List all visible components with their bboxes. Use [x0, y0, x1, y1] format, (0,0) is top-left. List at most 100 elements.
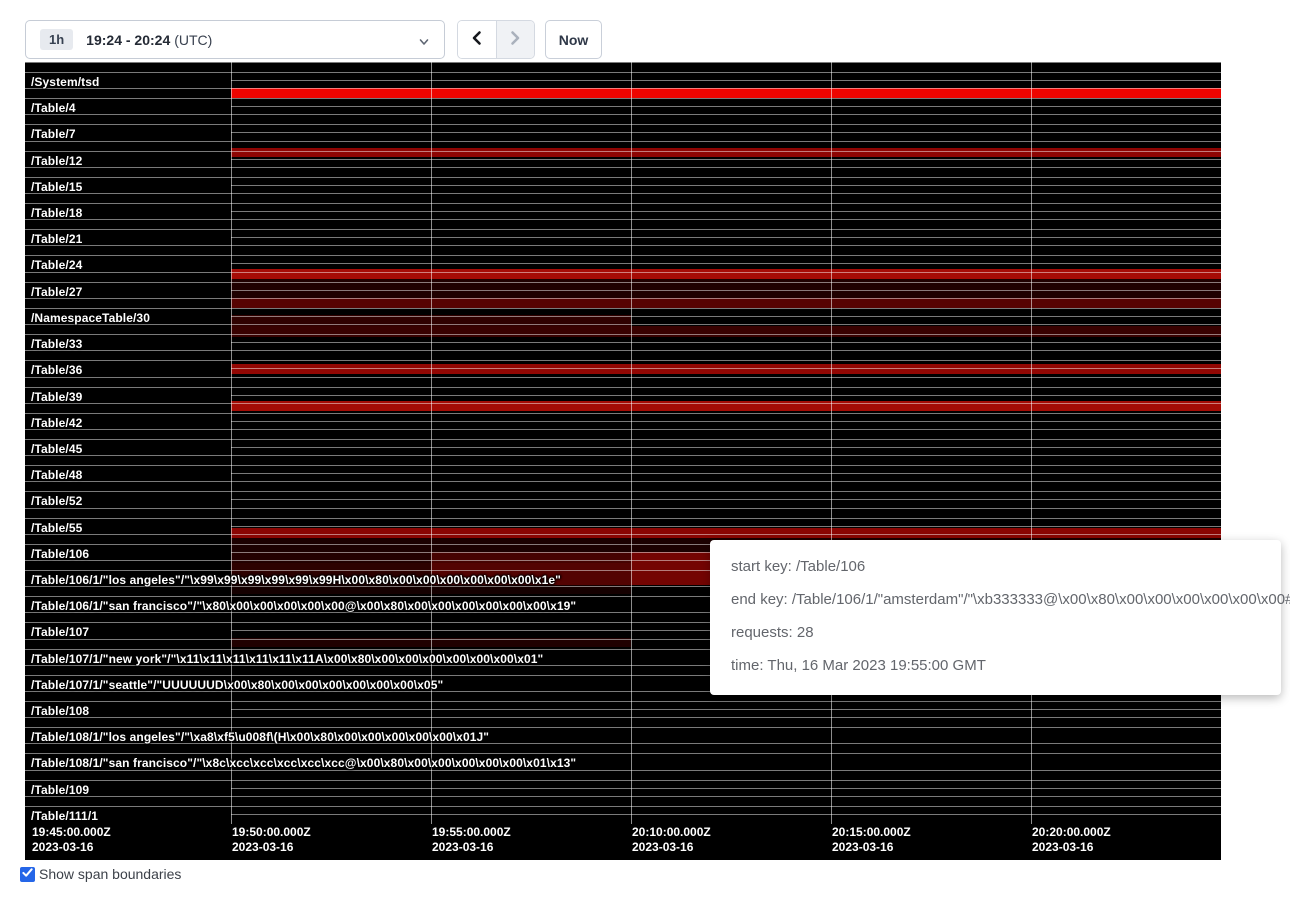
row-label: /Table/108/1/"san francisco"/"\x8c\xcc\x…	[31, 756, 576, 770]
span-boundary-line	[25, 717, 1221, 718]
row-label: /Table/7	[31, 127, 76, 141]
row-label: /Table/24	[31, 258, 82, 272]
span-boundary-line	[25, 229, 1221, 230]
span-boundary-line	[25, 796, 1221, 797]
span-boundary-line	[25, 203, 1221, 204]
heat-band	[231, 326, 1221, 337]
axis-tick-date: 2023-03-16	[232, 840, 311, 855]
span-boundary-line	[25, 806, 1221, 807]
row-label: /Table/106/1/"san francisco"/"\x80\x00\x…	[31, 599, 576, 613]
axis-tick: 19:50:00.000Z2023-03-16	[232, 825, 311, 855]
span-boundary-line	[25, 98, 1221, 99]
time-range-timezone: (UTC)	[174, 32, 212, 48]
span-boundary-line	[25, 245, 1221, 246]
span-boundary-line	[25, 518, 1221, 519]
axis-tick-time: 19:50:00.000Z	[232, 825, 311, 840]
chevron-down-icon	[418, 35, 430, 53]
time-range-selector[interactable]: 1h 19:24 - 20:24(UTC)	[25, 20, 445, 59]
span-boundary-line	[25, 255, 1221, 256]
row-label: /Table/48	[31, 468, 82, 482]
span-boundary-line	[231, 80, 1221, 81]
span-boundary-line	[25, 167, 1221, 168]
chevron-left-icon	[470, 30, 484, 49]
column-boundary-line	[831, 62, 832, 824]
show-span-boundaries-checkbox[interactable]	[20, 867, 35, 882]
next-time-button[interactable]	[496, 21, 535, 58]
heat-band	[431, 552, 631, 563]
span-boundary-line	[231, 263, 1221, 264]
heatmap-plot: /System/tsd/Table/4/Table/7/Table/12/Tab…	[25, 62, 1221, 822]
span-boundary-line	[231, 368, 1221, 369]
row-label: /Table/18	[31, 206, 82, 220]
span-boundary-line	[25, 72, 1221, 73]
span-boundary-line	[25, 387, 1221, 388]
footer: Show span boundaries	[20, 866, 181, 882]
span-boundary-line	[231, 421, 1221, 422]
now-button[interactable]: Now	[545, 20, 602, 59]
span-boundary-line	[231, 814, 1221, 815]
span-boundary-line	[231, 211, 1221, 212]
row-label: /Table/106/1/"los angeles"/"\x99\x99\x99…	[31, 573, 561, 587]
span-boundary-line	[25, 481, 1221, 482]
row-label: /Table/21	[31, 232, 82, 246]
span-boundary-line	[25, 429, 1221, 430]
span-boundary-line	[25, 114, 1221, 115]
keyvis-heatmap-canvas[interactable]: /System/tsd/Table/4/Table/7/Table/12/Tab…	[25, 62, 1221, 860]
axis-tick-date: 2023-03-16	[1032, 840, 1111, 855]
span-boundary-line	[231, 106, 1221, 107]
span-boundary-line	[231, 237, 1221, 238]
span-boundary-line	[25, 308, 1221, 309]
prev-time-button[interactable]	[458, 21, 496, 58]
row-label: /Table/45	[31, 442, 82, 456]
row-label: /Table/55	[31, 521, 82, 535]
heat-band	[231, 88, 1221, 98]
axis-tick-time: 19:55:00.000Z	[432, 825, 511, 840]
span-boundary-line	[25, 403, 1221, 404]
axis-tick: 20:10:00.000Z2023-03-16	[632, 825, 711, 855]
span-boundary-line	[231, 499, 1221, 500]
span-boundary-line	[25, 350, 1221, 351]
span-boundary-line	[231, 709, 1221, 710]
checkmark-icon	[22, 865, 33, 883]
column-boundary-line	[631, 62, 632, 824]
span-boundary-line	[231, 342, 1221, 343]
span-boundary-line	[25, 780, 1221, 781]
heat-band	[231, 298, 1221, 308]
column-boundary-line	[231, 62, 232, 824]
row-label: /Table/12	[31, 154, 82, 168]
span-boundary-line	[25, 219, 1221, 220]
heat-band	[231, 552, 431, 563]
axis-tick-time: 20:10:00.000Z	[632, 825, 711, 840]
span-boundary-line	[25, 193, 1221, 194]
span-boundary-line	[231, 159, 1221, 160]
span-boundary-line	[25, 334, 1221, 335]
row-label: /NamespaceTable/30	[31, 311, 150, 325]
row-label: /Table/107/1/"new york"/"\x11\x11\x11\x1…	[31, 652, 543, 666]
row-label: /Table/15	[31, 180, 82, 194]
tooltip-requests: requests: 28	[731, 623, 1260, 642]
axis-tick-date: 2023-03-16	[32, 840, 111, 855]
span-boundary-line	[25, 413, 1221, 414]
span-boundary-line	[25, 272, 1221, 273]
time-axis: 19:45:00.000Z2023-03-1619:50:00.000Z2023…	[25, 822, 1221, 860]
span-boundary-line	[25, 298, 1221, 299]
tooltip-start-key: start key: /Table/106	[731, 557, 1260, 576]
duration-badge: 1h	[40, 29, 73, 50]
span-boundary-line	[231, 132, 1221, 133]
row-label: /Table/107/1/"seattle"/"UUUUUUD\x00\x80\…	[31, 678, 443, 692]
axis-tick-time: 20:15:00.000Z	[832, 825, 911, 840]
row-label: /Table/108	[31, 704, 89, 718]
row-label: /Table/42	[31, 416, 82, 430]
span-boundary-line	[231, 473, 1221, 474]
span-boundary-line	[231, 526, 1221, 527]
time-range-value: 19:24 - 20:24	[86, 32, 170, 48]
row-label: /Table/33	[31, 337, 82, 351]
axis-tick: 19:55:00.000Z2023-03-16	[432, 825, 511, 855]
span-boundary-line	[25, 439, 1221, 440]
row-label: /Table/52	[31, 494, 82, 508]
span-boundary-line	[25, 141, 1221, 142]
row-label: /Table/107	[31, 625, 89, 639]
heat-band	[231, 148, 1221, 157]
row-label: /Table/4	[31, 101, 76, 115]
time-range-label: 19:24 - 20:24(UTC)	[86, 32, 212, 48]
